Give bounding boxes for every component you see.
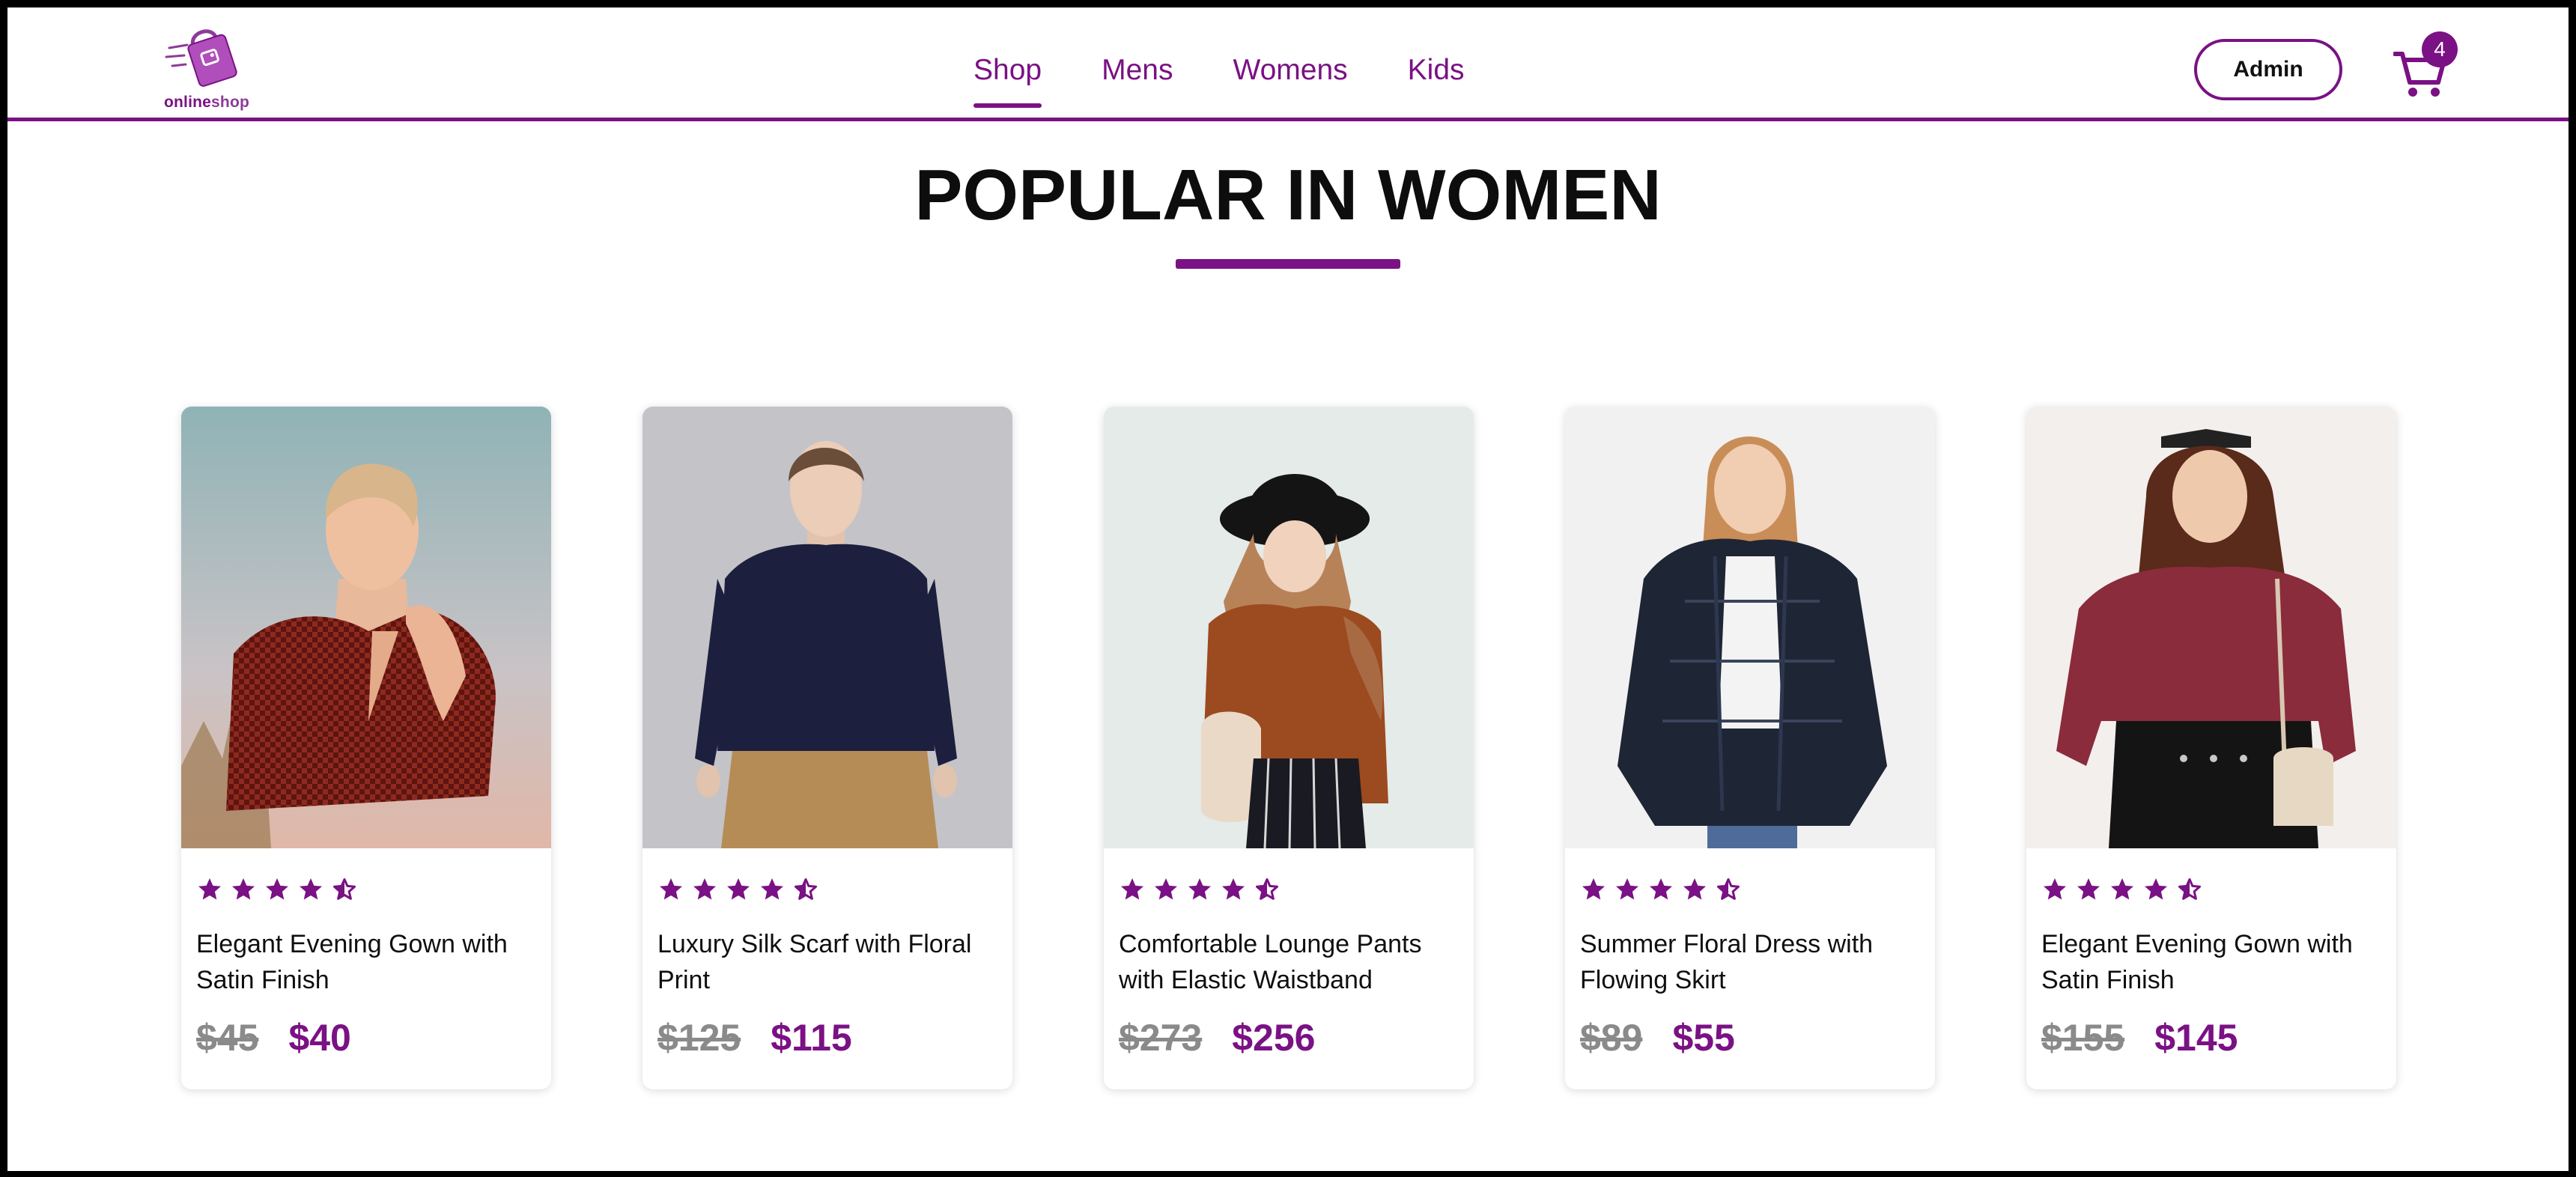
product-image[interactable] [1565,407,1935,848]
star-icon [2077,878,2100,900]
new-price: $40 [288,1017,351,1059]
star-icon [1616,878,1638,900]
star-icon [198,878,221,900]
product-card[interactable]: Comfortable Lounge Pants with Elastic Wa… [1104,407,1474,1089]
product-card[interactable]: Elegant Evening Gown with Satin Finish $… [181,407,551,1089]
product-name[interactable]: Elegant Evening Gown with Satin Finish [2041,926,2386,998]
old-price: $89 [1580,1017,1643,1059]
rating-stars [1119,876,1287,903]
star-icon [693,878,716,900]
product-name[interactable]: Elegant Evening Gown with Satin Finish [196,926,541,998]
product-image[interactable] [181,407,551,848]
rating-stars [196,876,365,903]
product-prices: $45 $40 [196,1016,351,1059]
half-star-icon [795,878,817,900]
product-prices: $125 $115 [657,1016,852,1059]
old-price: $155 [2041,1017,2125,1059]
new-price: $115 [771,1017,852,1059]
product-image[interactable] [2026,407,2396,848]
product-prices: $273 $256 [1119,1016,1315,1059]
rating-stars [1580,876,1749,903]
product-photo [2026,407,2396,848]
star-icon [1121,878,1143,900]
shopping-bag-icon [165,29,237,87]
star-icon [232,878,255,900]
product-photo [1104,407,1474,848]
star-icon [2145,878,2167,900]
section-title-underline [1176,259,1400,269]
product-card[interactable]: Summer Floral Dress with Flowing Skirt $… [1565,407,1935,1089]
admin-button[interactable]: Admin [2194,39,2342,100]
product-photo [1565,407,1935,848]
star-icon [761,878,783,900]
brand-name: onlineshop [154,94,259,112]
page: onlineshop Shop Mens Womens Kids Admin 4… [7,7,2569,1171]
nav-menu: Shop Mens Womens Kids [973,54,1525,108]
star-icon [2111,878,2133,900]
brand-name-part2: shop [211,94,249,111]
cart-count-badge: 4 [2422,31,2458,67]
nav-item-mens[interactable]: Mens [1102,54,1173,99]
new-price: $145 [2154,1017,2238,1059]
product-photo [643,407,1012,848]
old-price: $273 [1119,1017,1203,1059]
half-star-icon [1717,878,1740,900]
new-price: $256 [1232,1017,1316,1059]
product-name[interactable]: Luxury Silk Scarf with Floral Print [657,926,1002,998]
product-name[interactable]: Summer Floral Dress with Flowing Skirt [1580,926,1925,998]
nav-item-kids[interactable]: Kids [1408,54,1465,99]
star-icon [1683,878,1706,900]
star-icon [1582,878,1605,900]
navbar: onlineshop Shop Mens Womens Kids Admin 4 [7,7,2569,121]
star-icon [1222,878,1245,900]
old-price: $125 [657,1017,741,1059]
product-name[interactable]: Comfortable Lounge Pants with Elastic Wa… [1119,926,1463,998]
star-icon [1155,878,1177,900]
half-star-icon [2178,878,2201,900]
product-card[interactable]: Luxury Silk Scarf with Floral Print $125… [643,407,1012,1089]
product-photo [181,407,551,848]
product-card[interactable]: Elegant Evening Gown with Satin Finish $… [2026,407,2396,1089]
product-grid: Elegant Evening Gown with Satin Finish $… [181,407,2428,1095]
half-star-icon [1256,878,1278,900]
half-star-icon [333,878,356,900]
product-image[interactable] [1104,407,1474,848]
nav-item-shop[interactable]: Shop [973,54,1042,108]
new-price: $55 [1672,1017,1735,1059]
star-icon [266,878,288,900]
star-icon [300,878,322,900]
star-icon [1650,878,1672,900]
brand-logo[interactable]: onlineshop [154,18,259,115]
brand-name-part1: online [164,94,212,111]
star-icon [2044,878,2066,900]
nav-item-womens[interactable]: Womens [1233,54,1347,99]
old-price: $45 [196,1017,259,1059]
rating-stars [2041,876,2210,903]
cart-button[interactable]: 4 [2389,27,2479,102]
rating-stars [657,876,826,903]
section-title: POPULAR IN WOMEN [914,155,1662,235]
star-icon [727,878,750,900]
star-icon [660,878,682,900]
product-prices: $89 $55 [1580,1016,1735,1059]
product-image[interactable] [643,407,1012,848]
star-icon [1188,878,1211,900]
product-prices: $155 $145 [2041,1016,2238,1059]
